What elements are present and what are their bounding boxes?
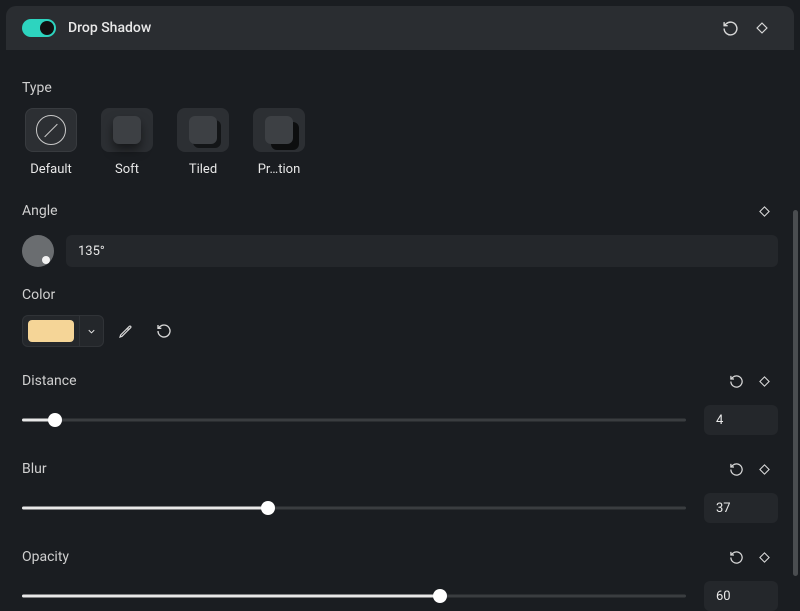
panel-title: Drop Shadow [68, 20, 151, 36]
opacity-label: Opacity [22, 549, 722, 565]
type-option-label: Tiled [189, 162, 217, 177]
type-option-label: Pr…tion [258, 162, 301, 177]
opacity-slider[interactable] [22, 586, 686, 606]
color-swatch[interactable] [28, 320, 74, 342]
blur-reset-icon[interactable] [722, 455, 750, 483]
angle-label: Angle [22, 203, 750, 219]
scrollbar[interactable] [793, 210, 798, 576]
type-label: Type [22, 80, 778, 96]
distance-input[interactable]: 4 [704, 405, 778, 435]
none-icon [36, 115, 66, 145]
distance-reset-icon[interactable] [722, 367, 750, 395]
distance-label: Distance [22, 373, 722, 389]
panel-body: Type Default Soft Tiled Pr…tion Angle 13… [0, 56, 800, 611]
blur-input[interactable]: 37 [704, 493, 778, 523]
distance-slider[interactable] [22, 410, 686, 430]
blur-label: Blur [22, 461, 722, 477]
panel-header: Drop Shadow [6, 6, 794, 50]
type-option-tiled[interactable]: Tiled [174, 108, 232, 177]
opacity-input[interactable]: 60 [704, 581, 778, 611]
type-options: Default Soft Tiled Pr…tion [22, 108, 778, 177]
eyedropper-icon[interactable] [110, 315, 142, 347]
color-swatch-group [22, 315, 104, 347]
type-option-default[interactable]: Default [22, 108, 80, 177]
type-option-projection[interactable]: Pr…tion [250, 108, 308, 177]
blur-keyframe-icon[interactable] [750, 455, 778, 483]
enable-toggle[interactable] [22, 19, 56, 37]
opacity-reset-icon[interactable] [722, 543, 750, 571]
type-option-soft[interactable]: Soft [98, 108, 156, 177]
keyframe-icon[interactable] [746, 12, 778, 44]
type-option-label: Soft [115, 162, 139, 177]
color-label: Color [22, 287, 778, 303]
angle-keyframe-icon[interactable] [750, 197, 778, 225]
distance-keyframe-icon[interactable] [750, 367, 778, 395]
color-reset-icon[interactable] [148, 315, 180, 347]
type-option-label: Default [30, 162, 72, 177]
blur-slider[interactable] [22, 498, 686, 518]
angle-dial[interactable] [22, 235, 54, 267]
reset-icon[interactable] [714, 12, 746, 44]
opacity-keyframe-icon[interactable] [750, 543, 778, 571]
angle-input[interactable]: 135° [66, 235, 778, 267]
color-dropdown[interactable] [79, 315, 103, 347]
